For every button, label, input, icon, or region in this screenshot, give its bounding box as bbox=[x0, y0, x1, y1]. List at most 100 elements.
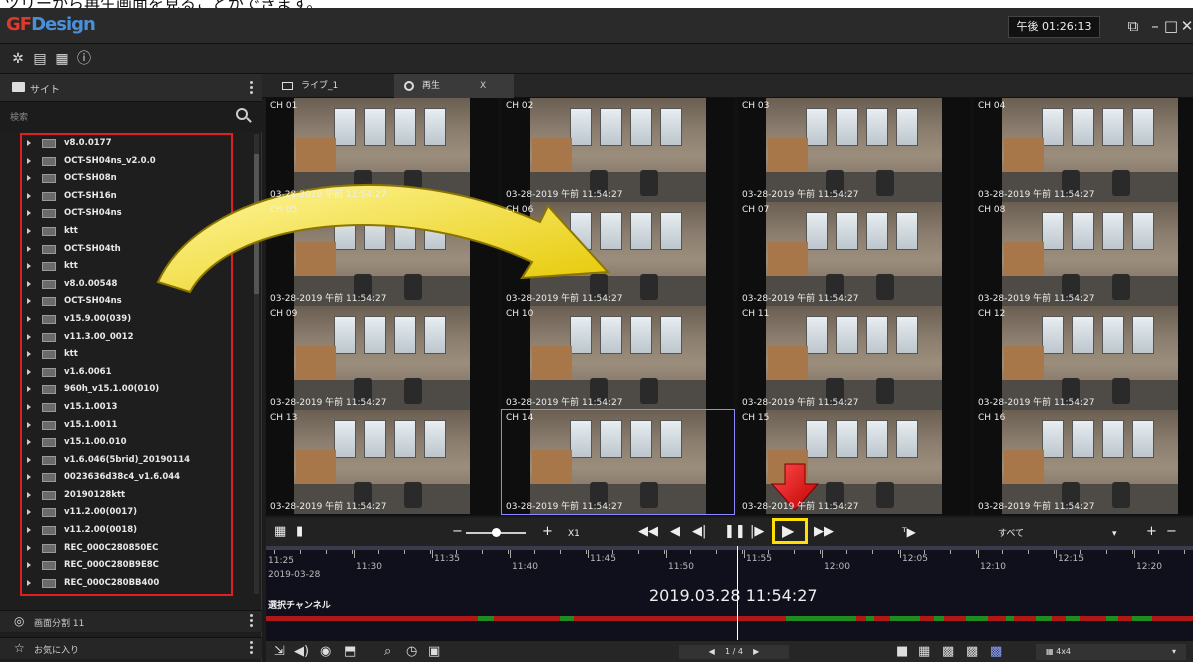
tree-item[interactable]: REC_00236374743A bbox=[22, 592, 231, 594]
camera-cell[interactable]: CH 12 03-28-2019 午前 11:54:27 bbox=[974, 306, 1193, 410]
tree-item[interactable]: ktt bbox=[22, 223, 231, 241]
layout-1x1-icon[interactable]: ■ bbox=[896, 644, 908, 660]
tree-item[interactable]: v15.9.00(039) bbox=[22, 311, 231, 329]
rewind-button[interactable]: ◀◀ bbox=[638, 524, 658, 540]
camera-cell[interactable]: CH 03 03-28-2019 午前 11:54:27 bbox=[738, 98, 970, 202]
tree-item[interactable]: REC_000C280B9E8C bbox=[22, 557, 231, 575]
event-filter-select[interactable]: すべて bbox=[998, 526, 1024, 542]
camera-cell[interactable]: CH 06 03-28-2019 午前 11:54:27 bbox=[502, 202, 734, 306]
search-playback-icon[interactable]: ⌕ bbox=[384, 644, 391, 660]
favorites-menu-icon[interactable] bbox=[250, 641, 254, 657]
camera-cell[interactable]: CH 08 03-28-2019 午前 11:54:27 bbox=[974, 202, 1193, 306]
tree-item[interactable]: v15.1.0011 bbox=[22, 417, 231, 435]
tree-item[interactable]: OCT-SH04ns bbox=[22, 205, 231, 223]
camera-cell[interactable]: CH 07 03-28-2019 午前 11:54:27 bbox=[738, 202, 970, 306]
zoom-in-button[interactable]: + bbox=[1146, 524, 1157, 540]
tree-item[interactable]: 20190128ktt bbox=[22, 487, 231, 505]
list-icon[interactable]: ▦ bbox=[54, 51, 70, 67]
expand-arrow-icon[interactable] bbox=[27, 562, 31, 569]
time-jump-button[interactable]: ᵀ▶ bbox=[902, 524, 916, 540]
save-icon[interactable]: ▣ bbox=[428, 644, 440, 660]
clipboard-icon[interactable]: ▤ bbox=[32, 51, 48, 67]
snapshot-icon[interactable]: ◉ bbox=[320, 644, 331, 660]
speaker-icon[interactable]: ◀) bbox=[294, 644, 309, 660]
expand-arrow-icon[interactable] bbox=[27, 227, 31, 234]
next-page-icon[interactable]: ▶ bbox=[753, 647, 759, 656]
tree-item[interactable]: ktt bbox=[22, 258, 231, 276]
camera-cell[interactable]: CH 01 03-28-2019 午前 11:54:27 bbox=[266, 98, 498, 202]
prev-page-icon[interactable]: ◀ bbox=[709, 647, 715, 656]
fast-forward-button[interactable]: ▶▶ bbox=[814, 524, 834, 540]
tree-item[interactable]: v8.0.0177 bbox=[22, 135, 231, 153]
camera-cell[interactable]: CH 09 03-28-2019 午前 11:54:27 bbox=[266, 306, 498, 410]
tree-item[interactable]: 0023636d38c4_v1.6.044 bbox=[22, 469, 231, 487]
camera-cell[interactable]: CH 13 03-28-2019 午前 11:54:27 bbox=[266, 410, 498, 514]
tree-item[interactable]: OCT-SH04th bbox=[22, 241, 231, 259]
expand-arrow-icon[interactable] bbox=[27, 579, 31, 586]
screen-split-row[interactable]: ◎ 画面分割 11 bbox=[0, 610, 262, 632]
camera-cell[interactable]: CH 14 03-28-2019 午前 11:54:27 bbox=[501, 409, 735, 515]
reverse-play-button[interactable]: ◀ bbox=[670, 524, 680, 540]
expand-arrow-icon[interactable] bbox=[27, 315, 31, 322]
recording-bar[interactable] bbox=[266, 616, 1193, 621]
tree-item[interactable]: v11.3.00_0012 bbox=[22, 329, 231, 347]
tree-item[interactable]: REC_000C280850EC bbox=[22, 540, 231, 558]
layout-2x2-icon[interactable]: ▦ bbox=[918, 644, 930, 660]
tree-item[interactable]: OCT-SH16n bbox=[22, 188, 231, 206]
tree-item[interactable]: v8.0.00548 bbox=[22, 276, 231, 294]
speed-slider-knob[interactable] bbox=[492, 528, 501, 537]
tree-item[interactable]: v1.6.046(5brid)_20190114 bbox=[22, 452, 231, 470]
expand-arrow-icon[interactable] bbox=[27, 263, 31, 270]
expand-arrow-icon[interactable] bbox=[27, 421, 31, 428]
expand-arrow-icon[interactable] bbox=[27, 544, 31, 551]
info-icon[interactable]: ⓘ bbox=[76, 51, 92, 67]
camera-cell[interactable]: CH 11 03-28-2019 午前 11:54:27 bbox=[738, 306, 970, 410]
export-icon[interactable]: ⬒ bbox=[344, 644, 356, 660]
expand-arrow-icon[interactable] bbox=[27, 280, 31, 287]
search-icon[interactable] bbox=[236, 108, 248, 120]
layout-3x3-icon[interactable]: ▩ bbox=[942, 644, 954, 660]
expand-arrow-icon[interactable] bbox=[27, 245, 31, 252]
page-selector[interactable]: ◀ 1 / 4 ▶ bbox=[679, 645, 789, 659]
pause-button[interactable]: ❚❚ bbox=[724, 524, 746, 540]
site-menu-icon[interactable] bbox=[250, 81, 254, 97]
tree-item[interactable]: 960h_v15.1.00(010) bbox=[22, 381, 231, 399]
expand-arrow-icon[interactable] bbox=[27, 439, 31, 446]
tree-item[interactable]: v1.6.0061 bbox=[22, 364, 231, 382]
scrollbar-thumb[interactable] bbox=[254, 154, 259, 294]
tree-item[interactable]: v15.1.00.010 bbox=[22, 434, 231, 452]
camera-cell[interactable]: CH 15 03-28-2019 午前 11:54:27 bbox=[738, 410, 970, 514]
tree-item[interactable]: v11.2.00(0017) bbox=[22, 504, 231, 522]
layout-select[interactable]: ▦ 4x4 ▾ bbox=[1036, 644, 1186, 660]
camera-cell[interactable]: CH 02 03-28-2019 午前 11:54:27 bbox=[502, 98, 734, 202]
bookmark-icon[interactable]: ▮ bbox=[296, 524, 303, 540]
tab-close-icon[interactable]: X bbox=[480, 81, 486, 91]
tree-item[interactable]: v11.2.00(0018) bbox=[22, 522, 231, 540]
camera-cell[interactable]: CH 04 03-28-2019 午前 11:54:27 bbox=[974, 98, 1193, 202]
chevron-down-icon[interactable]: ▾ bbox=[1112, 526, 1117, 542]
calendar-icon[interactable]: ▦ bbox=[274, 524, 286, 540]
favorites-row[interactable]: ☆ お気に入り bbox=[0, 637, 262, 659]
tab-playback[interactable]: 再生 X bbox=[394, 74, 514, 98]
expand-arrow-icon[interactable] bbox=[27, 491, 31, 498]
layout-4x4-icon[interactable]: ▩ bbox=[966, 644, 978, 660]
speed-up-button[interactable]: + bbox=[542, 524, 553, 540]
resize-icon[interactable]: ⇲ bbox=[274, 644, 285, 660]
site-search[interactable]: 検索 bbox=[0, 102, 262, 132]
expand-arrow-icon[interactable] bbox=[27, 175, 31, 182]
close-button[interactable]: ✕ bbox=[1176, 16, 1193, 38]
expand-arrow-icon[interactable] bbox=[27, 351, 31, 358]
tree-item[interactable]: ktt bbox=[22, 346, 231, 364]
timeline-cursor[interactable] bbox=[737, 546, 738, 640]
camera-cell[interactable]: CH 10 03-28-2019 午前 11:54:27 bbox=[502, 306, 734, 410]
clock-icon[interactable]: ◷ bbox=[406, 644, 417, 660]
expand-arrow-icon[interactable] bbox=[27, 527, 31, 534]
gear-icon[interactable]: ✲ bbox=[10, 51, 26, 67]
camera-cell[interactable]: CH 16 03-28-2019 午前 11:54:27 bbox=[974, 410, 1193, 514]
tree-item[interactable]: OCT-SH08n bbox=[22, 170, 231, 188]
camera-cell[interactable]: CH 05 03-28-2019 午前 11:54:27 bbox=[266, 202, 498, 306]
tree-item[interactable]: OCT-SH04ns_v2.0.0 bbox=[22, 153, 231, 171]
expand-arrow-icon[interactable] bbox=[27, 509, 31, 516]
tree-item[interactable]: REC_000C280BB400 bbox=[22, 575, 231, 593]
speed-down-button[interactable]: − bbox=[452, 524, 463, 540]
